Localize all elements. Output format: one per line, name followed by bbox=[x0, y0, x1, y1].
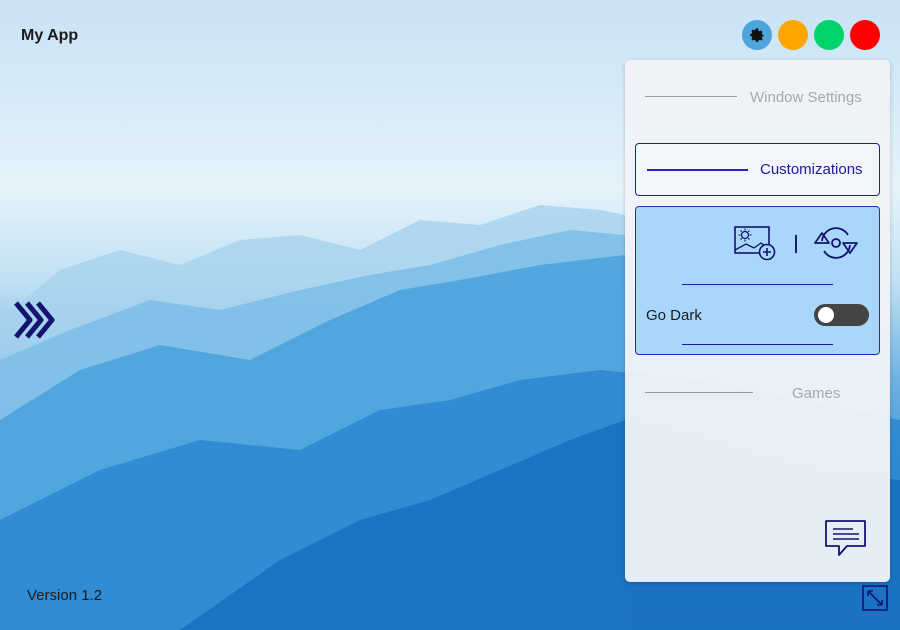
resize-icon[interactable] bbox=[862, 585, 888, 611]
settings-button[interactable] bbox=[742, 20, 772, 50]
minimize-button[interactable] bbox=[778, 20, 808, 50]
separator bbox=[795, 235, 797, 253]
app-window: My App Version 1.2 Window Settings Custo… bbox=[0, 0, 900, 630]
customizations-panel: Go Dark bbox=[635, 206, 880, 355]
expand-arrow-icon[interactable] bbox=[12, 297, 58, 343]
customizations-tab[interactable]: Customizations bbox=[635, 143, 880, 196]
divider bbox=[645, 96, 737, 97]
divider bbox=[647, 169, 748, 171]
go-dark-toggle[interactable] bbox=[814, 304, 869, 326]
gear-icon bbox=[750, 28, 764, 42]
games-tab[interactable]: Games bbox=[792, 385, 840, 402]
side-panel: Window Settings Customizations Go Dark G… bbox=[625, 60, 890, 582]
go-dark-label: Go Dark bbox=[646, 307, 702, 324]
chat-icon[interactable] bbox=[823, 518, 869, 558]
divider bbox=[645, 392, 753, 393]
divider bbox=[682, 284, 833, 285]
divider bbox=[682, 344, 833, 345]
image-add-icon[interactable] bbox=[733, 224, 777, 262]
maximize-button[interactable] bbox=[814, 20, 844, 50]
sync-icon[interactable] bbox=[812, 223, 860, 263]
close-button[interactable] bbox=[850, 20, 880, 50]
app-title: My App bbox=[21, 27, 79, 44]
customizations-label: Customizations bbox=[760, 161, 863, 178]
window-settings-tab[interactable]: Window Settings bbox=[750, 89, 862, 106]
version-label: Version 1.2 bbox=[27, 587, 103, 604]
toggle-knob bbox=[818, 307, 834, 323]
